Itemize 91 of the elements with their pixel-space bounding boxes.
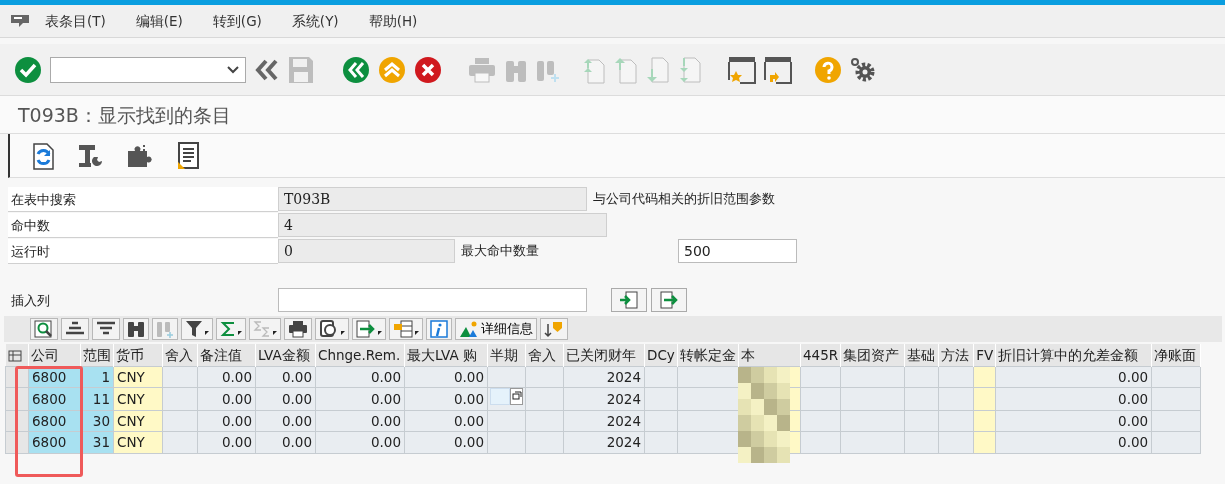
field-description: 与公司代码相关的折旧范围参数	[592, 190, 775, 209]
filter-icon	[185, 320, 203, 338]
column-header[interactable]: 范围	[80, 344, 114, 366]
input-field[interactable]: 500	[678, 239, 797, 263]
sort-descending-icon	[96, 321, 116, 337]
dropdown-icon[interactable]	[227, 65, 239, 74]
table-cell: 0.00	[995, 387, 1152, 411]
toolbar-button[interactable]	[284, 318, 312, 340]
column-header[interactable]: 备注值	[197, 344, 256, 366]
toolbar-button[interactable]	[426, 318, 452, 340]
table-cell: 0.00	[315, 366, 405, 388]
insert-all-button[interactable]	[651, 288, 687, 312]
insert-button[interactable]	[611, 288, 647, 312]
sort-columns-icon	[544, 320, 564, 338]
column-header[interactable]: 445R	[800, 344, 841, 366]
menu-item[interactable]: 编辑(E)	[120, 4, 198, 38]
column-header[interactable]: 基础	[904, 344, 939, 366]
puzzle-icon[interactable]	[126, 142, 154, 169]
column-header[interactable]: LVA金额	[255, 344, 316, 366]
column-header[interactable]: Chnge.Rem.	[315, 344, 405, 366]
check-icon[interactable]	[14, 55, 42, 84]
toolbar-button[interactable]	[30, 318, 58, 340]
layout-icon	[393, 320, 413, 338]
command-field[interactable]	[50, 56, 246, 83]
field-label: 最大命中数量	[460, 242, 540, 261]
window-arrow-icon[interactable]	[764, 55, 792, 84]
double-chevron-icon[interactable]	[254, 57, 280, 82]
sum-icon	[220, 320, 236, 338]
column-header[interactable]: 公司	[28, 344, 81, 366]
chart-icon	[459, 320, 479, 338]
back-icon[interactable]	[342, 55, 370, 84]
toolbar-button[interactable]	[181, 318, 213, 340]
field-label: 运行时	[8, 238, 278, 264]
column-header[interactable]: FV	[973, 344, 996, 366]
toolbar-button[interactable]	[540, 318, 568, 340]
insert-column-icon	[619, 291, 639, 309]
refresh-icon[interactable]	[30, 141, 56, 170]
print-icon	[288, 320, 308, 338]
menu-item[interactable]: 系统(Y)	[276, 4, 354, 38]
column-header[interactable]: DCy	[644, 344, 678, 366]
subtotal-icon	[253, 320, 271, 338]
column-header[interactable]: 舍入	[525, 344, 564, 366]
tools-icon[interactable]	[78, 142, 104, 169]
table-cell: 0.00	[995, 366, 1152, 388]
window-star-icon[interactable]	[728, 55, 756, 84]
readonly-field: 0	[278, 239, 455, 263]
zoom-icon	[34, 320, 54, 338]
details-button[interactable]: 详细信息	[455, 318, 537, 340]
settings-icon[interactable]	[850, 56, 876, 83]
column-header[interactable]: 舍入	[162, 344, 198, 366]
menu-item[interactable]: 转到(G)	[197, 4, 277, 38]
toolbar-button[interactable]	[389, 318, 423, 340]
readonly-field: T093B	[278, 187, 587, 211]
column-header[interactable]: 货币	[113, 344, 163, 366]
table-cell: 0.00	[255, 366, 316, 388]
value-help-icon[interactable]	[510, 387, 523, 405]
document-icon[interactable]	[176, 141, 200, 170]
toolbar-button[interactable]	[92, 318, 120, 340]
readonly-field: 4	[278, 213, 607, 237]
sort-ascending-icon	[65, 321, 85, 337]
column-header[interactable]: 半期	[487, 344, 526, 366]
column-header[interactable]: 已关闭财年	[563, 344, 645, 366]
menu-item[interactable]: 帮助(H)	[353, 4, 433, 38]
toolbar-button[interactable]	[123, 318, 149, 340]
table-cell: 0.00	[197, 366, 256, 388]
select-all-icon[interactable]	[7, 349, 22, 362]
menu-item[interactable]: 表条目(T)	[30, 4, 121, 38]
export-icon	[356, 320, 376, 338]
table-cell: CNY	[113, 366, 163, 388]
column-header[interactable]: 最大LVA 购	[404, 344, 488, 366]
toolbar-button[interactable]	[61, 318, 89, 340]
field-label: 插入列	[10, 291, 51, 310]
move-column-icon	[659, 291, 679, 309]
column-header[interactable]: 本	[738, 344, 801, 366]
column-header[interactable]: 方法	[938, 344, 974, 366]
toolbar-button[interactable]	[352, 318, 386, 340]
table-cell: 0.00	[404, 366, 488, 388]
toolbar-button[interactable]	[315, 318, 349, 340]
column-header[interactable]: 转帐定金	[677, 344, 739, 366]
column-header[interactable]: 折旧计算中的允差金额	[995, 344, 1152, 366]
field-label: 命中数	[8, 212, 278, 238]
table-cell: 2024	[563, 366, 645, 388]
menu-icon[interactable]	[10, 13, 30, 29]
input-field[interactable]	[278, 288, 587, 312]
field-label: 在表中搜索	[8, 186, 278, 212]
views-icon	[319, 320, 339, 338]
column-header[interactable]: 净账面	[1151, 344, 1201, 366]
column-header[interactable]: 集团资产	[840, 344, 905, 366]
cancel-icon[interactable]	[414, 55, 442, 84]
binoculars-plus-icon	[156, 320, 174, 338]
info-icon	[430, 320, 448, 338]
